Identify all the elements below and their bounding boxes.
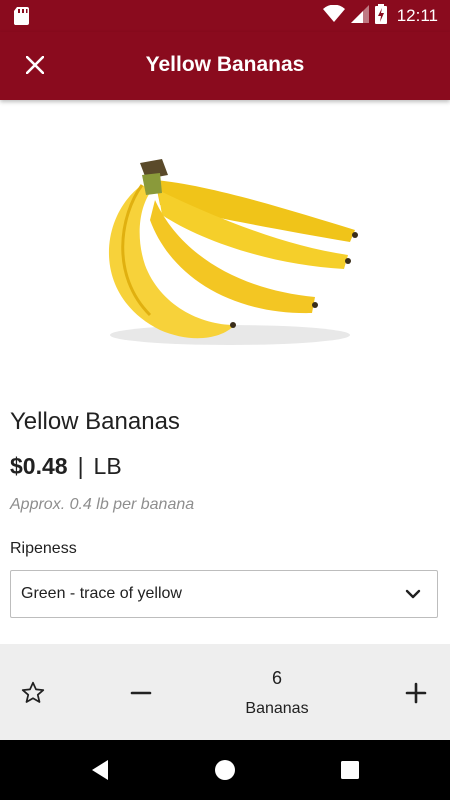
system-nav-bar: [0, 740, 450, 800]
product-name: Yellow Bananas: [10, 408, 180, 435]
quantity-value: 6: [271, 668, 282, 688]
recents-icon[interactable]: [340, 760, 360, 785]
cart-controls: 6 Bananas: [0, 644, 450, 740]
decrease-quantity-button[interactable]: [128, 680, 154, 711]
ripeness-dropdown[interactable]: Green - trace of yellow: [10, 570, 438, 618]
status-bar: 12:11: [0, 0, 450, 32]
home-icon[interactable]: [214, 759, 236, 786]
chevron-down-icon: [405, 589, 421, 599]
ripeness-selected-value: Green - trace of yellow: [21, 585, 182, 602]
sd-card-icon: [13, 7, 30, 30]
price-row: $0.48 | LB: [10, 453, 122, 480]
back-icon[interactable]: [90, 759, 110, 786]
quantity-unit: Bananas: [245, 700, 309, 717]
page-title: Yellow Bananas: [145, 53, 305, 76]
cell-signal-icon: [350, 4, 369, 28]
product-price: $0.48: [10, 453, 68, 479]
product-image: [80, 145, 370, 355]
status-time: 12:11: [396, 6, 438, 25]
wifi-icon: [322, 4, 345, 28]
ripeness-label: Ripeness: [10, 540, 77, 557]
bananas-image: [108, 159, 358, 345]
approx-weight-note: Approx. 0.4 lb per banana: [10, 496, 195, 513]
price-separator: |: [77, 453, 84, 479]
app-bar: Yellow Bananas: [0, 32, 450, 100]
star-outline-icon[interactable]: [20, 680, 46, 711]
price-unit: LB: [93, 453, 122, 479]
increase-quantity-button[interactable]: [403, 680, 429, 711]
battery-charging-icon: [374, 3, 387, 29]
